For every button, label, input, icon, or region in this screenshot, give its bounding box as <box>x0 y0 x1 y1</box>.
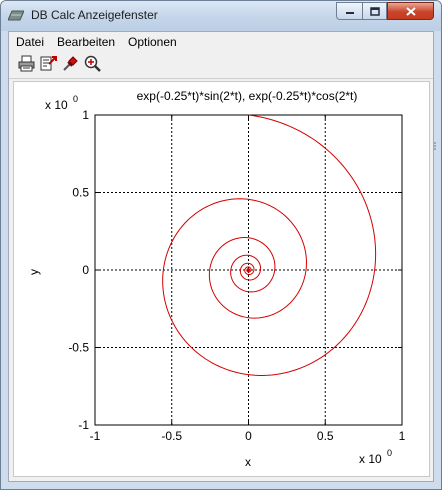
x-tick-label: -1 <box>90 429 101 443</box>
title-bar[interactable]: DB Calc Anzeigefenster <box>1 1 441 31</box>
y-tick-label: 0 <box>82 263 89 277</box>
window-border-right <box>434 31 441 489</box>
menu-optionen[interactable]: Optionen <box>128 35 177 49</box>
y-tick-label: -1 <box>78 418 89 432</box>
resize-grip-icon[interactable] <box>433 141 439 151</box>
x-axis-label: x <box>245 455 251 469</box>
chart-title: exp(-0.25*t)*sin(2*t), exp(-0.25*t)*cos(… <box>137 89 358 103</box>
x-tick-labels: -1 -0.5 0 0.5 1 <box>90 429 406 443</box>
spiral-series-line <box>162 114 377 376</box>
x-tick-label: 0.5 <box>317 429 334 443</box>
export-icon <box>40 56 57 71</box>
client-area: Datei Bearbeiten Optionen exp(-0.25*t)*s… <box>8 31 434 482</box>
zoom-icon <box>84 55 101 72</box>
x-tick-label: 0 <box>245 429 252 443</box>
y-axis-label: y <box>27 269 41 275</box>
calc-display-window: DB Calc Anzeigefenster Datei Bearbeiten … <box>0 0 442 490</box>
maximize-icon <box>369 6 380 16</box>
toolbar <box>9 51 433 79</box>
chart: exp(-0.25*t)*sin(2*t), exp(-0.25*t)*cos(… <box>27 89 406 469</box>
zoom-button[interactable] <box>83 54 102 73</box>
minimize-button[interactable] <box>336 2 362 20</box>
y-tick-label: -0.5 <box>68 341 89 355</box>
y-tick-label: 0.5 <box>72 186 89 200</box>
x-multiplier-exponent: 0 <box>387 448 392 458</box>
y-multiplier-exponent: 0 <box>73 94 78 104</box>
y-tick-labels: 1 0.5 0 -0.5 -1 <box>68 108 89 432</box>
printer-icon <box>18 55 35 72</box>
menu-bar: Datei Bearbeiten Optionen <box>9 32 433 51</box>
x-tick-label: 1 <box>399 429 406 443</box>
menu-bearbeiten[interactable]: Bearbeiten <box>57 35 115 49</box>
close-button[interactable] <box>387 2 434 20</box>
export-button[interactable] <box>39 54 58 73</box>
y-multiplier-label: x 10 <box>45 98 68 112</box>
y-tick-label: 1 <box>82 108 89 122</box>
x-multiplier-label: x 10 <box>359 452 382 466</box>
window-title: DB Calc Anzeigefenster <box>31 8 158 22</box>
close-icon <box>405 6 416 16</box>
maximize-button[interactable] <box>362 2 387 20</box>
x-tick-label: -0.5 <box>161 429 182 443</box>
app-icon <box>8 10 24 21</box>
pin-button[interactable] <box>61 54 80 73</box>
print-button[interactable] <box>17 54 36 73</box>
minimize-icon <box>345 12 354 14</box>
menu-datei[interactable]: Datei <box>16 35 44 49</box>
plot-area: exp(-0.25*t)*sin(2*t), exp(-0.25*t)*cos(… <box>13 81 430 477</box>
pin-icon <box>63 56 78 71</box>
